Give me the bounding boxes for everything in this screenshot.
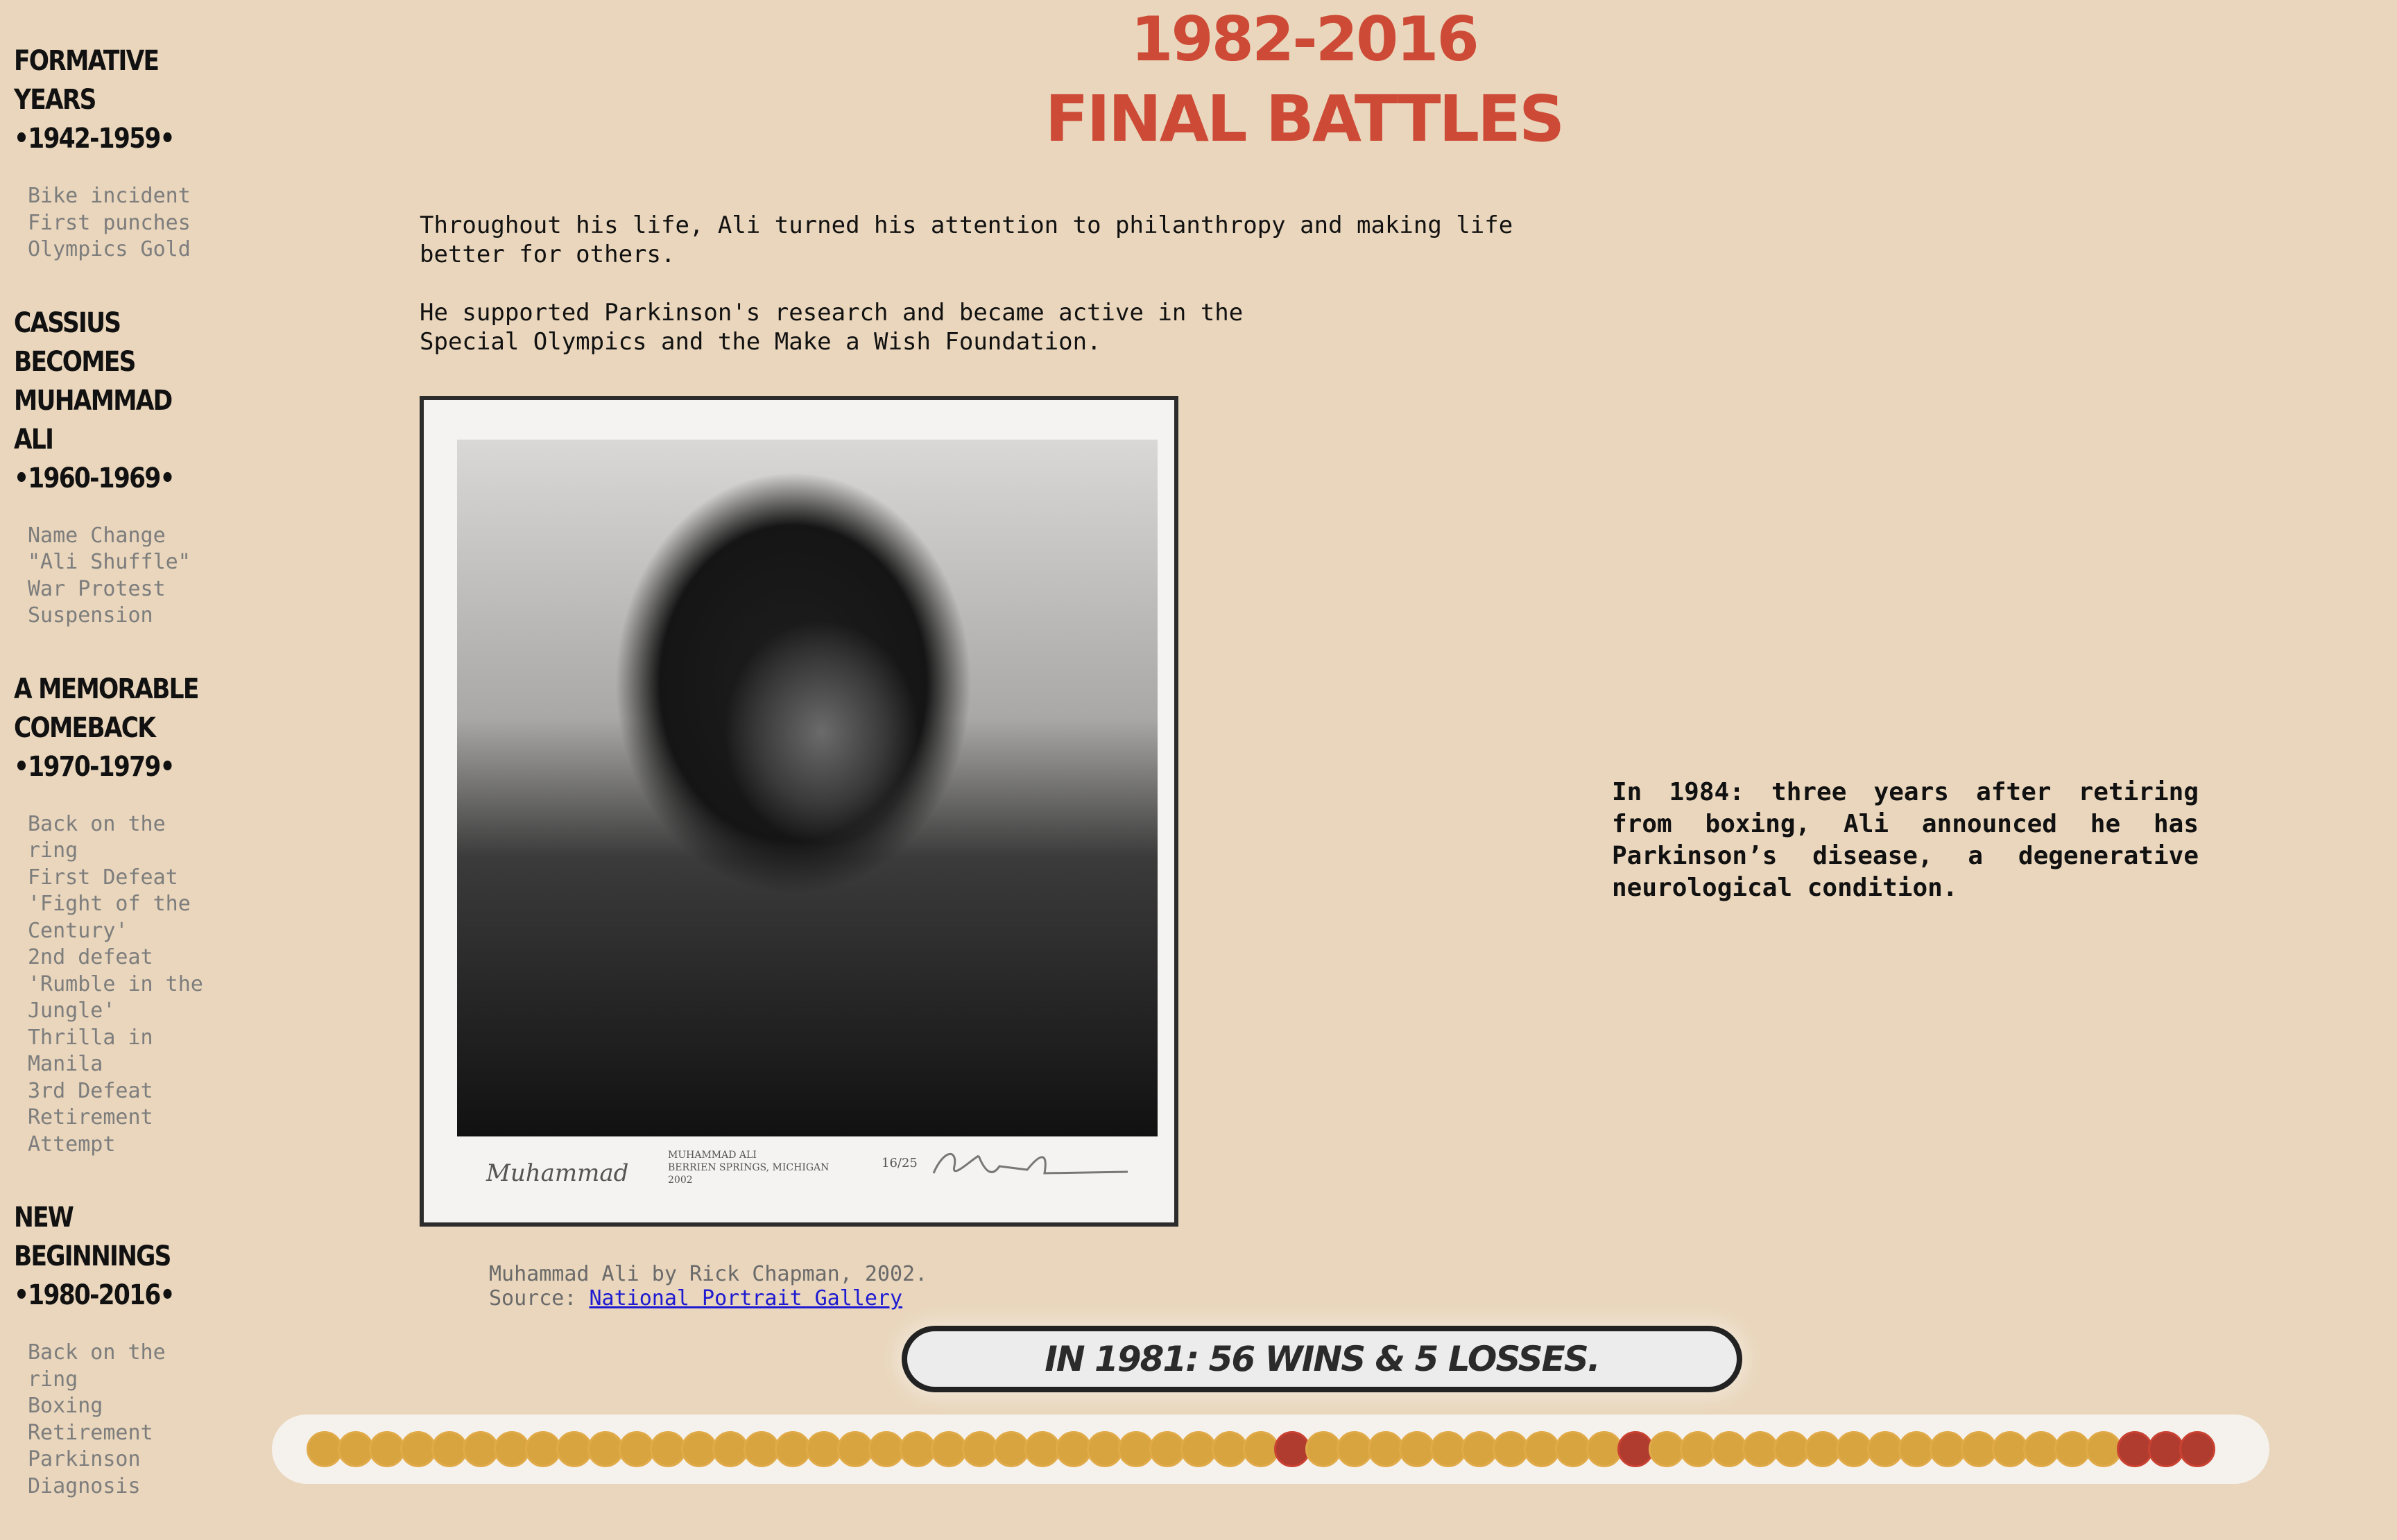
- era-title-line: •1980-2016•: [14, 1279, 175, 1311]
- parkinson-note: In 1984: three years after retiring from…: [1612, 778, 2199, 902]
- support-paragraph: He supported Parkinson's research and be…: [420, 299, 1244, 356]
- era-section: A MEMORABLE COMEBACK •1970-1979• Back on th…: [14, 670, 236, 1159]
- era-link[interactable]: First punches: [28, 210, 215, 237]
- caption-source: Source: National Portrait Gallery: [489, 1286, 927, 1310]
- photo-caption: Muhammad Ali by Rick Chapman, 2002. Sour…: [489, 1262, 927, 1310]
- photo-signature: Muhammad: [486, 1159, 629, 1187]
- era-link[interactable]: First Defeat: [28, 865, 215, 892]
- era-title-line: FORMATIVE YEARS: [14, 45, 160, 116]
- era-link[interactable]: 2nd defeat: [28, 944, 215, 971]
- era-title[interactable]: A MEMORABLE COMEBACK •1970-1979•: [14, 670, 205, 786]
- era-title-line: •1942-1959•: [14, 123, 175, 155]
- era-title[interactable]: CASSIUS BECOMES MUHAMMAD ALI •1960-1969•: [14, 304, 205, 498]
- era-title-line: MUHAMMAD ALI: [14, 384, 173, 456]
- era-title-line: •1960-1969•: [14, 462, 175, 494]
- era-link[interactable]: Parkinson Diagnosis: [28, 1446, 215, 1500]
- era-title-line: NEW BEGINNINGS: [14, 1202, 171, 1272]
- photographer-signature: [932, 1153, 1128, 1175]
- era-section: NEW BEGINNINGS •1980-2016• Back on the rin…: [14, 1198, 236, 1500]
- photo-edition: 16/25: [882, 1156, 918, 1170]
- era-title-line: •1970-1979•: [14, 750, 175, 783]
- era-link[interactable]: War Protest: [28, 576, 215, 603]
- era-title-line: COMEBACK: [14, 711, 156, 744]
- loss-dot[interactable]: [2179, 1431, 2215, 1467]
- photo-inscription: MUHAMMAD ALI BERRIEN SPRINGS, MICHIGAN 2…: [668, 1150, 830, 1186]
- era-sidebar: FORMATIVE YEARS •1942-1959• Bike incident F…: [14, 42, 236, 1540]
- era-link[interactable]: Bike incident: [28, 183, 215, 210]
- source-link[interactable]: National Portrait Gallery: [590, 1286, 903, 1310]
- era-link[interactable]: 'Rumble in the Jungle': [28, 971, 215, 1025]
- era-link[interactable]: "Ali Shuffle": [28, 549, 215, 576]
- record-banner: IN 1981: 56 WINS & 5 LOSSES.: [902, 1326, 1742, 1392]
- record-label: IN 1981: 56 WINS & 5 LOSSES.: [1045, 1339, 1601, 1379]
- era-section: FORMATIVE YEARS •1942-1959• Bike incident F…: [14, 42, 236, 263]
- era-title[interactable]: NEW BEGINNINGS •1980-2016•: [14, 1198, 205, 1315]
- era-links: Back on the ring First Defeat 'Fight of th…: [28, 811, 236, 1159]
- fight-record-track: [272, 1414, 2269, 1484]
- era-title[interactable]: FORMATIVE YEARS •1942-1959•: [14, 42, 205, 158]
- era-link[interactable]: Olympics Gold: [28, 236, 215, 263]
- portrait-image: [457, 440, 1158, 1136]
- era-links: Bike incident First punches Olympics Gold: [28, 183, 236, 263]
- era-title-line: A MEMORABLE: [14, 673, 199, 705]
- era-link[interactable]: Retirement Attempt: [28, 1105, 215, 1158]
- era-link[interactable]: Name Change: [28, 523, 215, 550]
- era-link[interactable]: 3rd Defeat: [28, 1078, 215, 1105]
- era-links: Back on the ring Boxing Retirement Parkins…: [28, 1340, 236, 1500]
- page-title: FINAL BATTLES: [1045, 82, 1565, 156]
- caption-source-label: Source:: [489, 1286, 577, 1310]
- era-link[interactable]: Boxing Retirement: [28, 1393, 215, 1446]
- caption-text: Muhammad Ali by Rick Chapman, 2002.: [489, 1262, 928, 1286]
- era-link[interactable]: Back on the ring: [28, 811, 215, 865]
- era-link[interactable]: Back on the ring: [28, 1340, 215, 1393]
- era-link[interactable]: Thrilla in Manila: [28, 1025, 215, 1078]
- era-link[interactable]: Suspension: [28, 603, 215, 630]
- years-heading: 1982-2016: [1131, 3, 1479, 75]
- era-title-line: CASSIUS BECOMES: [14, 306, 136, 378]
- era-section: CASSIUS BECOMES MUHAMMAD ALI •1960-1969• Na…: [14, 304, 236, 630]
- era-link[interactable]: 'Fight of the Century': [28, 891, 215, 944]
- portrait-photo: Muhammad MUHAMMAD ALI BERRIEN SPRINGS, M…: [420, 396, 1178, 1227]
- intro-paragraph: Throughout his life, Ali turned his atte…: [420, 211, 1513, 268]
- era-links: Name Change "Ali Shuffle" War Protest Suspe…: [28, 523, 236, 630]
